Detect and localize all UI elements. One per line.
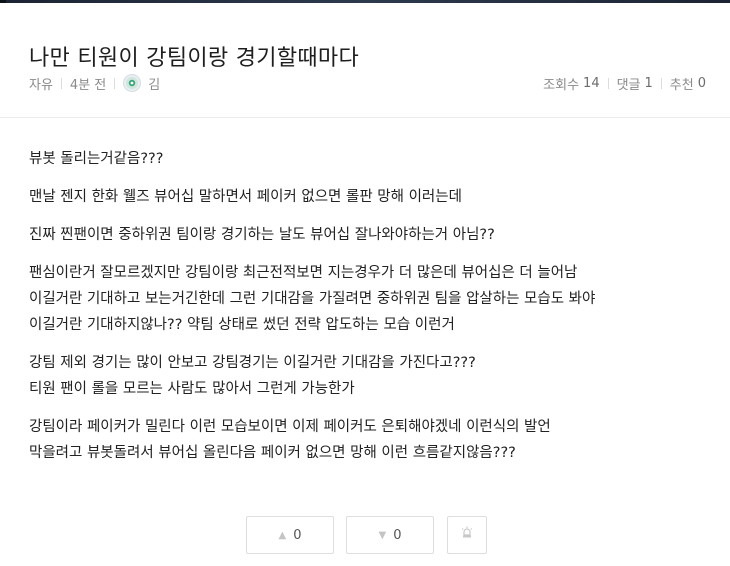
post-line: 이길거란 기대하고 보는거긴한데 그런 기대감을 가질려면 중하위권 팀을 압살… [29, 291, 596, 307]
post-paragraph: 팬심이란거 잘모르겠지만 강팀이랑 최근전적보면 지는경우가 더 많은데 뷰어십… [29, 260, 719, 338]
post-line: 강팀이라 페이커가 밀린다 이런 모습보이면 이제 페이커도 은퇴해야겠네 이런… [29, 419, 551, 435]
post-paragraph: 강팀 제외 경기는 많이 안보고 강팀경기는 이길거란 기대감을 가진다고???… [29, 350, 719, 402]
post-line: 뷰봇 돌리는거같음??? [29, 151, 164, 167]
comments-count[interactable]: 1 [645, 76, 653, 91]
stats-divider [660, 77, 662, 89]
report-button[interactable] [447, 516, 487, 554]
downvote-count: 0 [393, 527, 402, 543]
views-count: 14 [583, 75, 600, 91]
post-line: 이길거란 기대하지않나?? 약팀 상태로 썼던 전략 압도하는 모습 이런거 [29, 317, 455, 333]
post-line: 맨날 젠지 한화 웰즈 뷰어십 말하면서 페이커 없으면 롤판 망해 이러는데 [29, 189, 462, 205]
category-link[interactable]: 자유 [29, 74, 53, 93]
post-paragraph: 진짜 찐팬이면 중하위권 팀이랑 경기하는 날도 뷰어십 잘나와야하는거 아님?… [29, 222, 719, 248]
meta-divider [114, 77, 116, 89]
post-paragraph: 맨날 젠지 한화 웰즈 뷰어십 말하면서 페이커 없으면 롤판 망해 이러는데 [29, 184, 719, 210]
likes-count: 0 [697, 75, 706, 91]
post-line: 진짜 찐팬이면 중하위권 팀이랑 경기하는 날도 뷰어십 잘나와야하는거 아님?… [29, 227, 495, 243]
post-meta: 자유 4분 전 김 [29, 74, 160, 93]
post-paragraph: 뷰봇 돌리는거같음??? [29, 146, 719, 172]
comments-label[interactable]: 댓글 [617, 74, 641, 93]
post-body: 뷰봇 돌리는거같음??? 맨날 젠지 한화 웰즈 뷰어십 말하면서 페이커 없으… [29, 146, 719, 478]
upvote-count: 0 [293, 527, 302, 543]
avatar-icon[interactable] [123, 74, 142, 92]
post-line: 티원 팬이 롤을 모르는 사람도 많아서 그런게 가능한가 [29, 381, 355, 397]
post-line: 막을려고 뷰봇돌려서 뷰어십 올린다음 페이커 없으면 망해 이런 흐름같지않음… [29, 445, 516, 461]
post-time: 4분 전 [69, 77, 107, 93]
upvote-button[interactable]: ▲ 0 [246, 516, 334, 554]
post-stats: 조회수 14 댓글 1 추천 0 [543, 74, 706, 93]
vote-bar: ▲ 0 ▼ 0 [0, 516, 730, 556]
likes-label: 추천 [669, 77, 694, 93]
triangle-up-icon: ▲ [278, 529, 287, 541]
post-title: 나만 티원이 강팀이랑 경기할때마다 [29, 45, 359, 71]
downvote-button[interactable]: ▼ 0 [346, 516, 434, 554]
views-label: 조회수 [543, 77, 580, 93]
meta-divider [60, 77, 62, 89]
triangle-down-icon: ▼ [378, 529, 387, 541]
post-line: 팬심이란거 잘모르겠지만 강팀이랑 최근전적보면 지는경우가 더 많은데 뷰어십… [29, 265, 578, 281]
siren-icon [461, 526, 473, 544]
author-name[interactable]: 김 [148, 74, 160, 93]
post-line: 강팀 제외 경기는 많이 안보고 강팀경기는 이길거란 기대감을 가진다고??? [29, 355, 476, 371]
stats-divider [607, 77, 609, 89]
post-header: 나만 티원이 강팀이랑 경기할때마다 자유 4분 전 김 조회수 14 댓글 1… [0, 3, 730, 118]
post-paragraph: 강팀이라 페이커가 밀린다 이런 모습보이면 이제 페이커도 은퇴해야겠네 이런… [29, 414, 719, 466]
